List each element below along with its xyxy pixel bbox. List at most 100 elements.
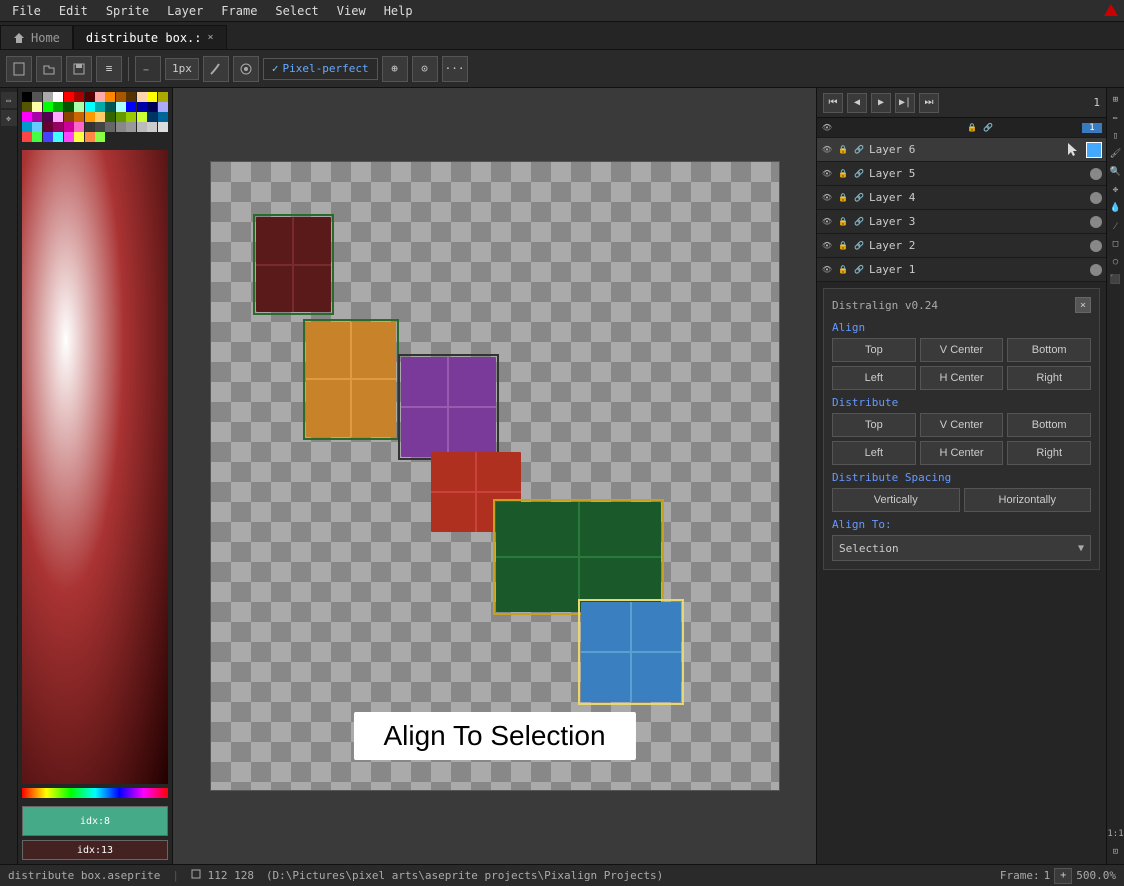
color-swatch[interactable] bbox=[22, 132, 32, 142]
align-right-button[interactable]: Right bbox=[1007, 366, 1091, 390]
align-left-button[interactable]: Left bbox=[832, 366, 916, 390]
color-swatch[interactable] bbox=[147, 92, 157, 102]
pencil-icon[interactable]: ✏ bbox=[1108, 110, 1124, 126]
color-swatch[interactable] bbox=[95, 122, 105, 132]
distribute-left-button[interactable]: Left bbox=[832, 441, 916, 465]
lock-icon-2[interactable]: 🔒 bbox=[837, 240, 849, 252]
color-swatch[interactable] bbox=[43, 92, 53, 102]
color-swatch[interactable] bbox=[22, 112, 32, 122]
color-swatch[interactable] bbox=[64, 92, 74, 102]
play-button[interactable]: ▶ bbox=[871, 93, 891, 113]
menu-button[interactable]: ≡ bbox=[96, 56, 122, 82]
align-top-button[interactable]: Top bbox=[832, 338, 916, 362]
fill-icon[interactable]: ⬛ bbox=[1108, 272, 1124, 288]
pixel-perfect-button[interactable]: ✓ Pixel-perfect bbox=[263, 58, 378, 80]
color-swatch[interactable] bbox=[74, 132, 84, 142]
tab-distribute-box[interactable]: distribute box.: × bbox=[73, 25, 227, 49]
menu-view[interactable]: View bbox=[329, 2, 374, 20]
color-swatch[interactable] bbox=[43, 132, 53, 142]
layer-row-6[interactable]: 👁 🔒 🔗 Layer 6 bbox=[817, 138, 1106, 162]
eye-icon-5[interactable]: 👁 bbox=[821, 168, 833, 180]
link-icon-6[interactable]: 🔗 bbox=[853, 144, 865, 156]
tab-close-icon[interactable]: × bbox=[208, 32, 214, 43]
add-frame-button[interactable]: + bbox=[1054, 868, 1072, 884]
color-swatch[interactable] bbox=[158, 122, 168, 132]
color-swatch[interactable] bbox=[95, 92, 105, 102]
tool-select[interactable]: ▭ bbox=[1, 92, 17, 108]
color-swatch[interactable] bbox=[126, 102, 136, 112]
pixel-size-button[interactable]: 1px bbox=[165, 58, 199, 80]
layer-row-3[interactable]: 👁 🔒 🔗 Layer 3 bbox=[817, 210, 1106, 234]
color-swatch[interactable] bbox=[43, 122, 53, 132]
distribute-vertically-button[interactable]: Vertically bbox=[832, 488, 960, 512]
color-swatch[interactable] bbox=[53, 122, 63, 132]
distribute-top-button[interactable]: Top bbox=[832, 413, 916, 437]
fit-icon[interactable]: ⊡ bbox=[1108, 844, 1124, 860]
align-hcenter-button[interactable]: H Center bbox=[920, 366, 1004, 390]
align-to-dropdown[interactable]: Selection ▼ bbox=[832, 535, 1091, 561]
distribute-right-button[interactable]: Right bbox=[1007, 441, 1091, 465]
move-icon[interactable]: ✥ bbox=[1108, 182, 1124, 198]
layer-row-4[interactable]: 👁 🔒 🔗 Layer 4 bbox=[817, 186, 1106, 210]
eye-icon-2[interactable]: 👁 bbox=[821, 240, 833, 252]
color-swatch[interactable] bbox=[147, 112, 157, 122]
color-swatch[interactable] bbox=[85, 92, 95, 102]
brush2-icon[interactable]: 🖌 bbox=[1108, 146, 1124, 162]
layer-frame-cell-6[interactable] bbox=[1086, 142, 1102, 158]
eye-icon-1[interactable]: 👁 bbox=[821, 264, 833, 276]
color-swatch[interactable] bbox=[43, 112, 53, 122]
color-swatch[interactable] bbox=[158, 102, 168, 112]
link-icon-3[interactable]: 🔗 bbox=[853, 216, 865, 228]
primary-color-swatch[interactable]: idx:8 bbox=[22, 806, 168, 836]
color-swatch[interactable] bbox=[85, 122, 95, 132]
align-bottom-button[interactable]: Bottom bbox=[1007, 338, 1091, 362]
color-swatch[interactable] bbox=[85, 102, 95, 112]
color-swatch[interactable] bbox=[147, 102, 157, 112]
color-swatch[interactable] bbox=[74, 102, 84, 112]
color-swatch[interactable] bbox=[74, 112, 84, 122]
color-swatch[interactable] bbox=[74, 92, 84, 102]
layer-row-2[interactable]: 👁 🔒 🔗 Layer 2 bbox=[817, 234, 1106, 258]
lock-icon-1[interactable]: 🔒 bbox=[837, 264, 849, 276]
color-swatch[interactable] bbox=[22, 102, 32, 112]
lock-icon-6[interactable]: 🔒 bbox=[837, 144, 849, 156]
lock-icon-3[interactable]: 🔒 bbox=[837, 216, 849, 228]
rect-icon[interactable]: □ bbox=[1108, 236, 1124, 252]
color-swatch[interactable] bbox=[137, 112, 147, 122]
color-swatch[interactable] bbox=[105, 122, 115, 132]
color-swatch[interactable] bbox=[53, 102, 63, 112]
color-swatch[interactable] bbox=[126, 112, 136, 122]
link-icon-1[interactable]: 🔗 bbox=[853, 264, 865, 276]
play-first-button[interactable]: ⏮ bbox=[823, 93, 843, 113]
distribute-vcenter-button[interactable]: V Center bbox=[920, 413, 1004, 437]
more-button[interactable]: ··· bbox=[442, 56, 468, 82]
color-swatch[interactable] bbox=[95, 102, 105, 112]
color-swatch[interactable] bbox=[105, 92, 115, 102]
spectrum-bar[interactable] bbox=[22, 788, 168, 798]
play-next-button[interactable]: ▶| bbox=[895, 93, 915, 113]
color-swatch[interactable] bbox=[32, 92, 42, 102]
zoom-icon[interactable]: 🔍 bbox=[1108, 164, 1124, 180]
align-vcenter-button[interactable]: V Center bbox=[920, 338, 1004, 362]
eye-icon-4[interactable]: 👁 bbox=[821, 192, 833, 204]
color-swatch[interactable] bbox=[22, 122, 32, 132]
color-swatch[interactable] bbox=[116, 112, 126, 122]
menu-edit[interactable]: Edit bbox=[51, 2, 96, 20]
link-icon-5[interactable]: 🔗 bbox=[853, 168, 865, 180]
circle-icon[interactable]: ○ bbox=[1108, 254, 1124, 270]
dropper-icon[interactable]: 💧 bbox=[1108, 200, 1124, 216]
color-swatch[interactable] bbox=[53, 92, 63, 102]
color-swatch[interactable] bbox=[64, 132, 74, 142]
layer-row-5[interactable]: 👁 🔒 🔗 Layer 5 bbox=[817, 162, 1106, 186]
eye-icon-3[interactable]: 👁 bbox=[821, 216, 833, 228]
canvas-container[interactable]: Align To Selection bbox=[210, 161, 780, 791]
menu-select[interactable]: Select bbox=[267, 2, 326, 20]
save-file-button[interactable] bbox=[66, 56, 92, 82]
eye-icon-6[interactable]: 👁 bbox=[821, 144, 833, 156]
color-swatch[interactable] bbox=[116, 122, 126, 132]
color-swatch[interactable] bbox=[105, 112, 115, 122]
color-swatch[interactable] bbox=[53, 132, 63, 142]
new-file-button[interactable] bbox=[6, 56, 32, 82]
distribute-hcenter-button[interactable]: H Center bbox=[920, 441, 1004, 465]
open-file-button[interactable] bbox=[36, 56, 62, 82]
